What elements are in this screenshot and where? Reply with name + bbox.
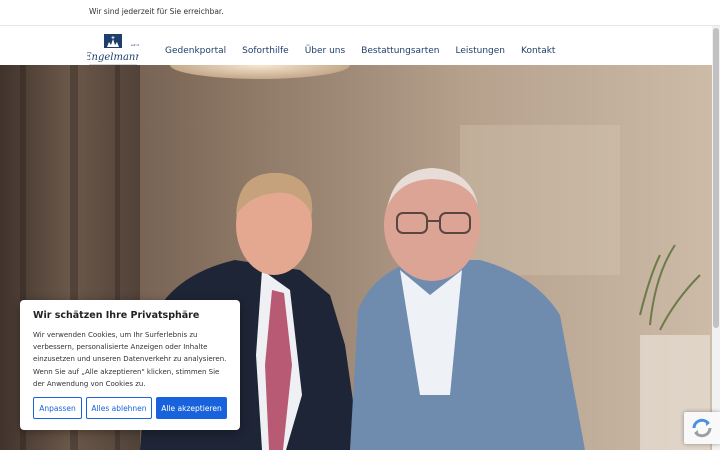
nav-soforthilfe[interactable]: Soforthilfe — [242, 46, 289, 56]
nav-bestattungsarten[interactable]: Bestattungsarten — [361, 46, 439, 56]
accept-all-button[interactable]: Alle akzeptieren — [156, 397, 227, 419]
recaptcha-badge[interactable] — [684, 412, 720, 444]
nav-ueber-uns[interactable]: Über uns — [305, 46, 346, 56]
recaptcha-icon — [692, 418, 712, 438]
reject-all-button[interactable]: Alles ablehnen — [86, 397, 152, 419]
main-navigation: Gedenkportal Soforthilfe Über uns Bestat… — [165, 46, 571, 56]
cookie-text: Wir verwenden Cookies, um Ihr Surferlebn… — [33, 331, 227, 388]
nav-gedenkportal[interactable]: Gedenkportal — [165, 46, 226, 56]
page-scrollbar-thumb[interactable] — [713, 28, 719, 328]
svg-text:seit 1928: seit 1928 — [131, 43, 139, 47]
top-info-bar: Wir sind jederzeit für Sie erreichbar. — [0, 0, 720, 26]
cookie-title: Wir schätzen Ihre Privatsphäre — [33, 310, 200, 321]
main-header: seit 1928 Engelmann Bestattungshaus Gede… — [0, 26, 712, 69]
nav-leistungen[interactable]: Leistungen — [456, 46, 505, 56]
svg-text:Engelmann: Engelmann — [87, 52, 139, 63]
customize-button[interactable]: Anpassen — [33, 397, 82, 419]
cookie-consent-dialog: Wir schätzen Ihre Privatsphäre Wir verwe… — [20, 300, 240, 430]
availability-text: Wir sind jederzeit für Sie erreichbar. — [89, 7, 224, 16]
nav-kontakt[interactable]: Kontakt — [521, 46, 555, 56]
cookie-button-group: Anpassen Alles ablehnen Alle akzeptieren — [33, 397, 227, 419]
